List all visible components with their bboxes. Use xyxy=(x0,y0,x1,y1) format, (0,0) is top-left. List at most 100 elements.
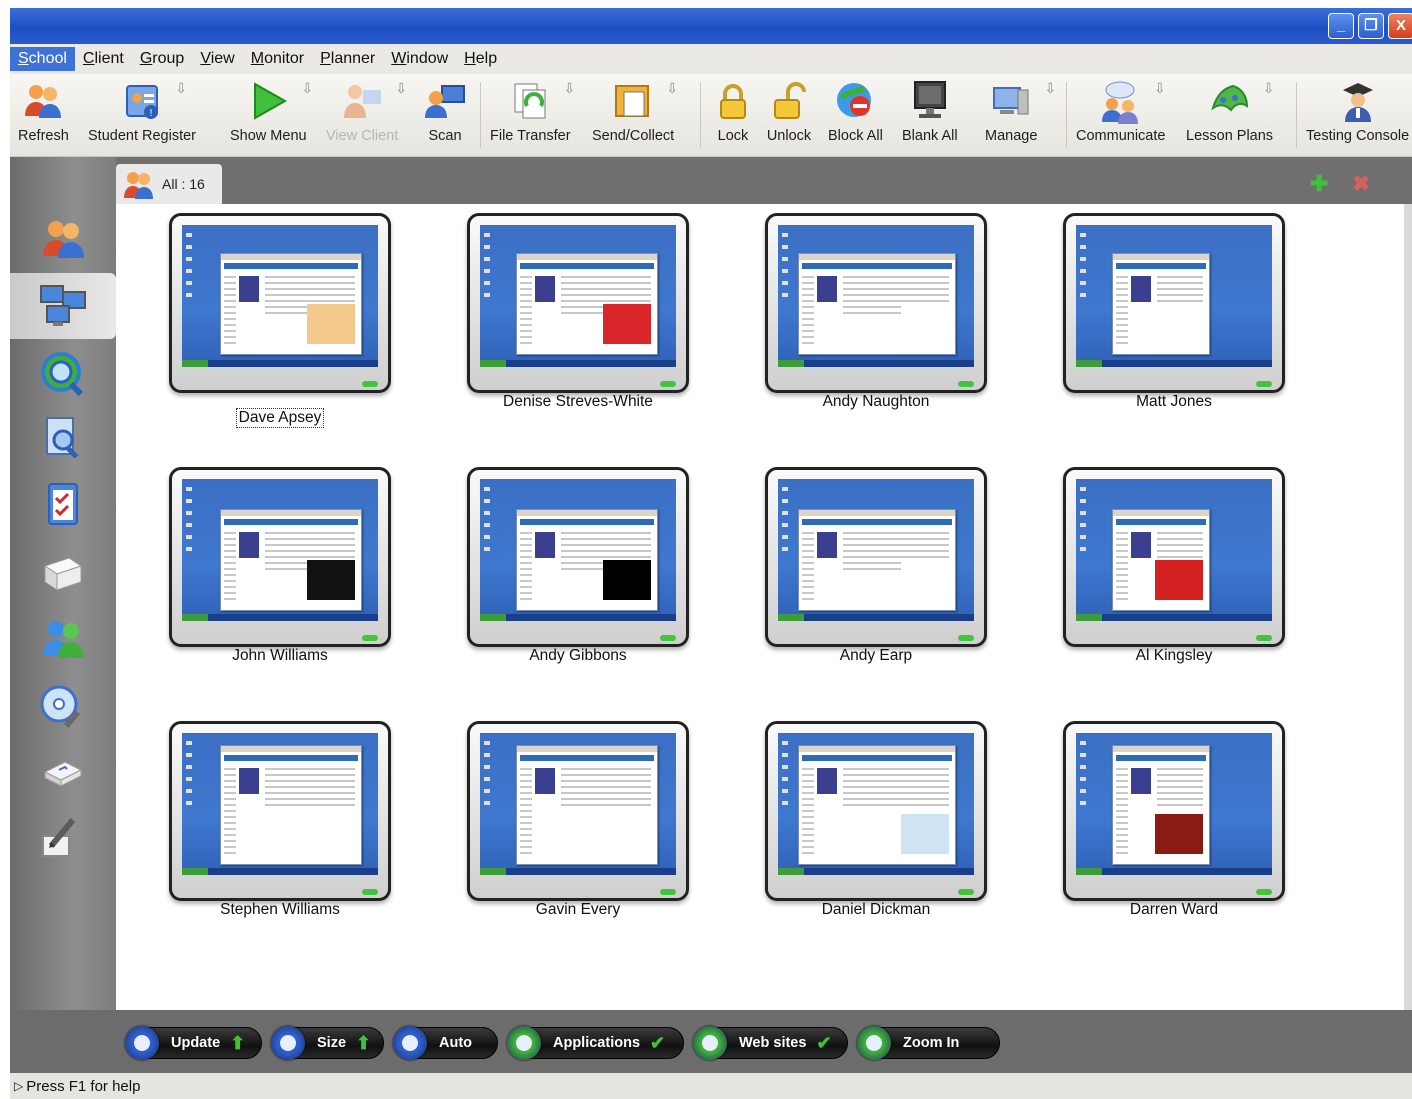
client-thumbnail[interactable]: Gavin Every xyxy=(467,721,689,919)
client-monitor[interactable] xyxy=(765,467,987,647)
page-ad xyxy=(307,560,355,600)
show-menu-button[interactable]: ⇩ Show Menu xyxy=(230,78,313,144)
client-screen xyxy=(778,733,974,875)
block-all-button[interactable]: Block All xyxy=(828,78,883,144)
client-thumbnail[interactable]: Darren Ward xyxy=(1063,721,1285,919)
side-view-keyboard[interactable] xyxy=(10,743,116,801)
side-view-thumbnails[interactable] xyxy=(10,273,116,339)
taskbar xyxy=(182,360,378,367)
side-view-media[interactable] xyxy=(10,677,116,735)
side-view-surveys[interactable] xyxy=(10,475,116,533)
refresh-button[interactable]: Refresh xyxy=(18,78,69,144)
add-group-icon[interactable]: ✚ xyxy=(1310,171,1328,197)
menu-client[interactable]: Client xyxy=(75,47,132,71)
student-register-button[interactable]: ! ⇩ Student Register xyxy=(88,78,196,144)
view-client-icon: ⇩ xyxy=(339,78,407,124)
testing-console-button[interactable]: Testing Console xyxy=(1306,78,1409,144)
menu-school[interactable]: School xyxy=(10,47,75,71)
side-view-users[interactable] xyxy=(10,209,116,267)
close-button[interactable]: X xyxy=(1388,13,1412,39)
checklist-icon xyxy=(48,483,78,525)
client-name: Denise Streves-White xyxy=(503,393,653,410)
group-tab-all[interactable]: All : 16 xyxy=(116,164,222,204)
zoom-in-button[interactable]: Zoom In xyxy=(857,1026,1000,1060)
size-icon xyxy=(271,1026,305,1060)
client-monitor[interactable] xyxy=(1063,721,1285,901)
send-collect-button[interactable]: ⇩ Send/Collect xyxy=(592,78,678,144)
taskbar xyxy=(480,360,676,367)
client-monitor[interactable] xyxy=(467,467,689,647)
client-thumbnail[interactable]: Denise Streves-White xyxy=(467,213,689,411)
toolbar-separator xyxy=(480,82,481,148)
page-ad xyxy=(603,560,651,600)
client-thumbnail[interactable]: Stephen Williams xyxy=(169,721,391,919)
view-client-button[interactable]: ⇩ View Client xyxy=(326,78,407,144)
client-monitor[interactable] xyxy=(169,213,391,393)
page-ad xyxy=(901,304,949,344)
status-led xyxy=(958,381,974,387)
client-monitor[interactable] xyxy=(169,467,391,647)
page-ad xyxy=(1155,304,1203,344)
printer-icon xyxy=(43,557,83,591)
client-thumbnail[interactable]: Andy Gibbons xyxy=(467,467,689,665)
client-monitor[interactable] xyxy=(467,213,689,393)
manage-icon: ⇩ xyxy=(988,78,1056,124)
browser-window xyxy=(220,253,362,355)
client-thumbnail[interactable]: Andy Naughton xyxy=(765,213,987,411)
update-button[interactable]: Update ⬆ xyxy=(125,1026,262,1060)
manage-button[interactable]: ⇩ Manage xyxy=(985,78,1056,144)
client-thumbnail[interactable]: John Williams xyxy=(169,467,391,665)
auto-button[interactable]: Auto xyxy=(393,1026,498,1060)
client-thumbnail[interactable]: Dave Apsey xyxy=(169,213,391,428)
client-monitor[interactable] xyxy=(1063,467,1285,647)
menu-group[interactable]: Group xyxy=(132,47,192,71)
side-view-web-monitor[interactable] xyxy=(10,345,116,403)
side-view-annotate[interactable] xyxy=(10,809,116,867)
vertical-scrollbar[interactable] xyxy=(1404,204,1412,1010)
side-view-inventory[interactable] xyxy=(10,409,116,467)
browser-window xyxy=(1112,253,1210,355)
thumbnail-toolbar: Update ⬆ Size ⬆ Auto Applications ✔ Web sit… xyxy=(10,1010,1412,1073)
scan-button[interactable]: Scan xyxy=(422,78,468,144)
blank-all-button[interactable]: Blank All xyxy=(902,78,958,144)
lock-button[interactable]: Lock xyxy=(710,78,756,144)
menu-monitor[interactable]: Monitor xyxy=(243,47,312,71)
page-ad xyxy=(1155,560,1203,600)
lesson-plans-button[interactable]: ⇩ Lesson Plans xyxy=(1186,78,1275,144)
applications-button[interactable]: Applications ✔ xyxy=(507,1026,684,1060)
menu-planner[interactable]: Planner xyxy=(312,47,383,71)
side-view-groups[interactable] xyxy=(10,609,116,667)
remove-group-icon[interactable]: ✖ xyxy=(1352,171,1370,197)
client-monitor[interactable] xyxy=(1063,213,1285,393)
group-users-icon xyxy=(43,621,84,658)
desktop-icons xyxy=(186,487,192,557)
status-bar: ▷ Press F1 for help xyxy=(10,1073,1412,1099)
desktop-icons xyxy=(186,741,192,811)
menu-view[interactable]: View xyxy=(192,47,242,71)
client-screen xyxy=(778,225,974,367)
restore-button[interactable]: ❐ xyxy=(1358,13,1384,39)
side-view-printers[interactable] xyxy=(10,543,116,601)
lock-icon xyxy=(710,78,756,124)
web-sites-button[interactable]: Web sites ✔ xyxy=(693,1026,848,1060)
status-led xyxy=(958,635,974,641)
client-thumbnail[interactable]: Daniel Dickman xyxy=(765,721,987,919)
file-transfer-icon: ⇩ xyxy=(507,78,575,124)
lesson-plans-icon: ⇩ xyxy=(1207,78,1275,124)
client-monitor[interactable] xyxy=(467,721,689,901)
client-thumbnail[interactable]: Matt Jones xyxy=(1063,213,1285,411)
client-monitor[interactable] xyxy=(765,721,987,901)
unlock-button[interactable]: Unlock xyxy=(766,78,812,144)
status-text: Press F1 for help xyxy=(26,1077,141,1095)
client-monitor[interactable] xyxy=(169,721,391,901)
menu-help[interactable]: Help xyxy=(456,47,505,71)
file-transfer-button[interactable]: ⇩ File Transfer xyxy=(490,78,575,144)
client-thumbnail[interactable]: Al Kingsley xyxy=(1063,467,1285,665)
communicate-button[interactable]: ⇩ Communicate xyxy=(1076,78,1166,144)
client-monitor[interactable] xyxy=(765,213,987,393)
minimize-button[interactable]: _ xyxy=(1328,13,1354,39)
menu-window[interactable]: Window xyxy=(383,47,456,71)
client-name: Al Kingsley xyxy=(1135,647,1213,664)
size-button[interactable]: Size ⬆ xyxy=(271,1026,384,1060)
client-thumbnail[interactable]: Andy Earp xyxy=(765,467,987,665)
